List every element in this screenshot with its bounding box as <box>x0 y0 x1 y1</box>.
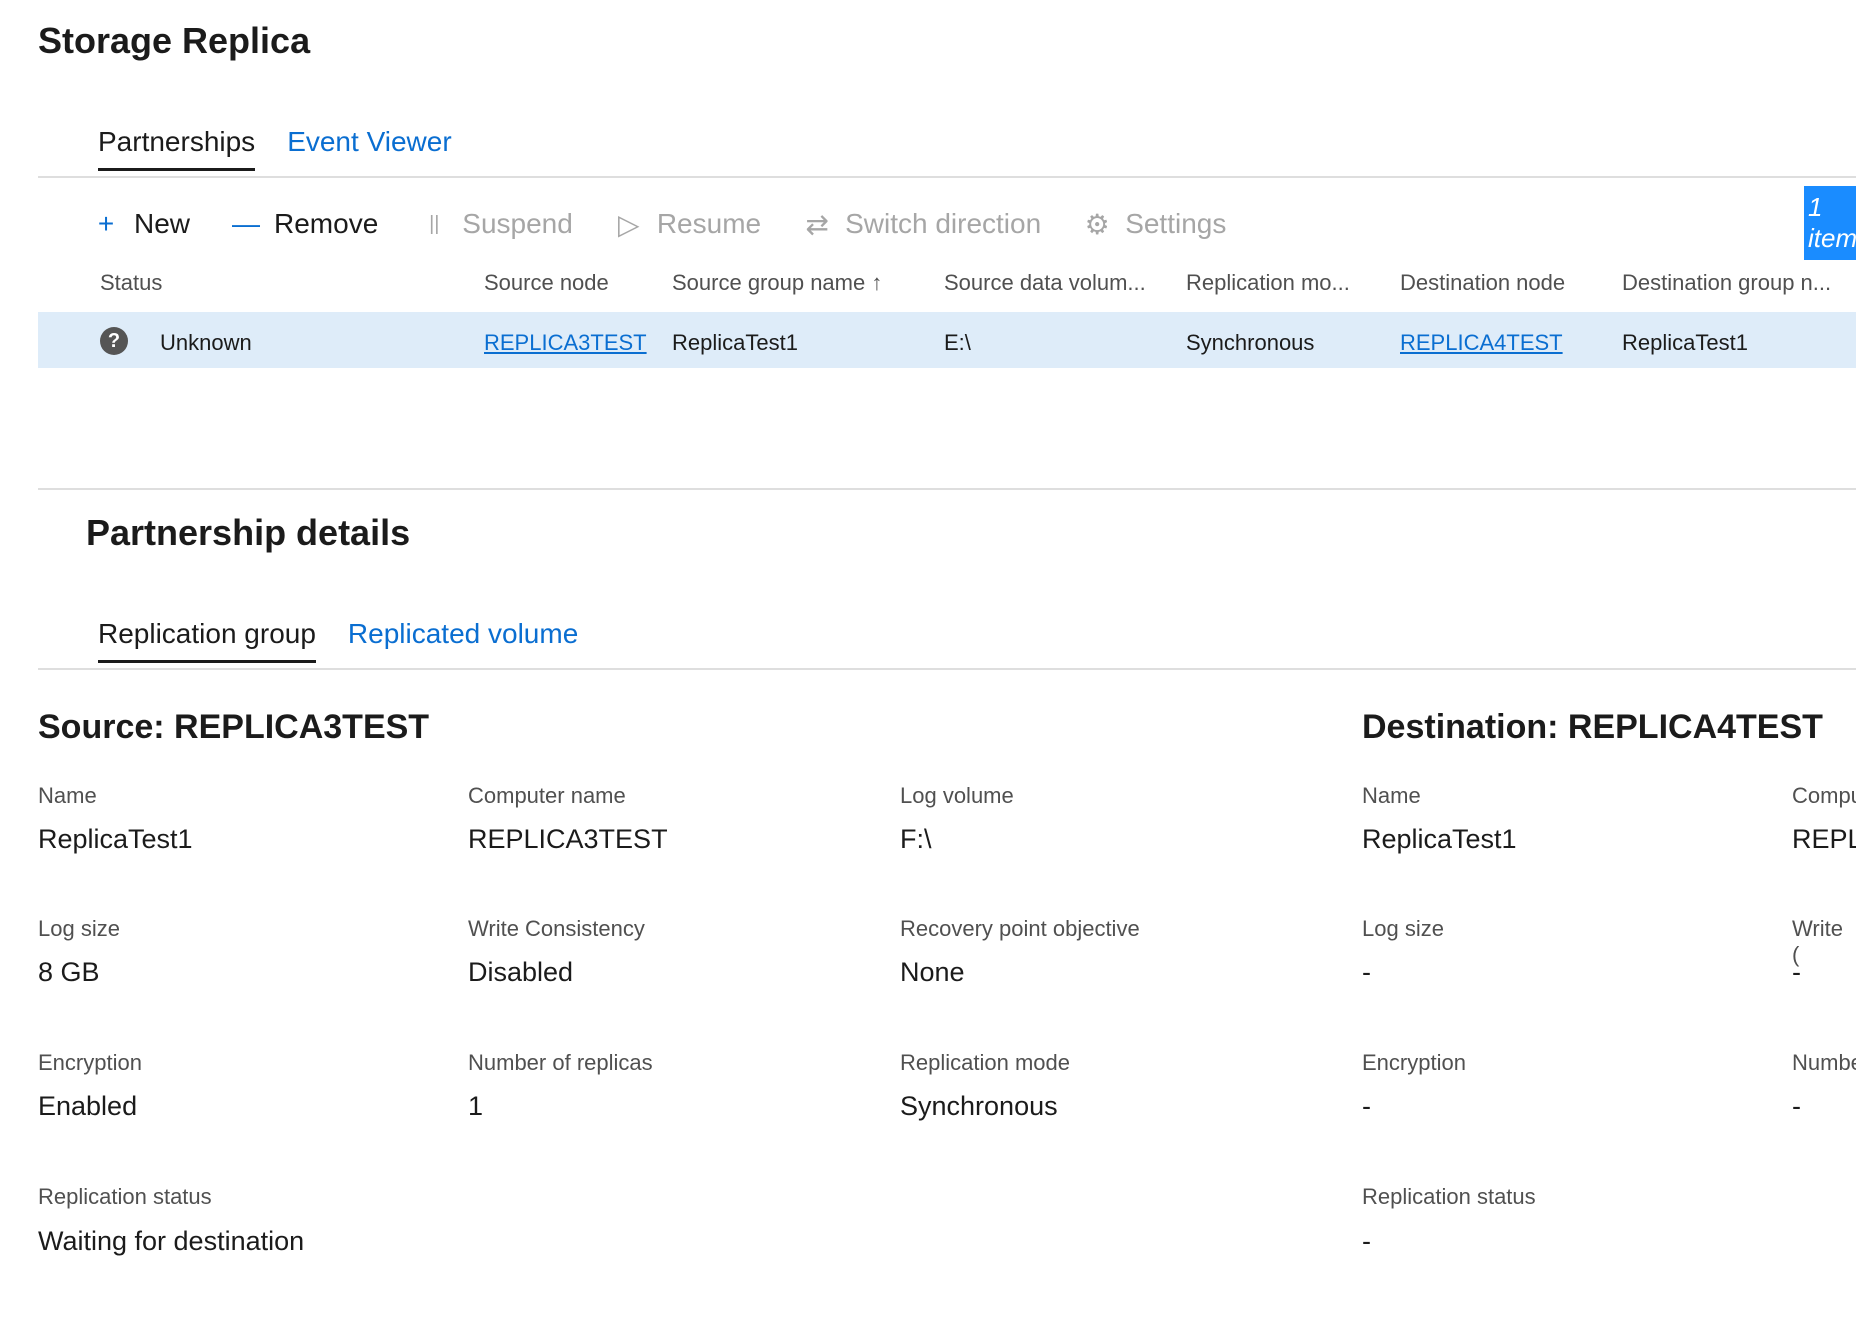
source-name-label: Name <box>38 783 97 808</box>
play-icon: ▷ <box>618 208 640 240</box>
top-tabs: Partnerships Event Viewer <box>98 126 452 171</box>
source-encryption-value: Enabled <box>38 1091 138 1121</box>
section-divider <box>38 488 1856 490</box>
destination-logsize-label: Log size <box>1362 916 1444 941</box>
items-count-badge: 1 items <box>1804 186 1856 260</box>
new-button[interactable]: + New <box>90 208 190 240</box>
destination-heading: Destination: REPLICA4TEST <box>1362 708 1823 746</box>
destination-status-label: Replication status <box>1362 1184 1536 1209</box>
source-replicas-label: Number of replicas <box>468 1050 653 1075</box>
suspend-label: Suspend <box>462 208 573 239</box>
col-header-source-group[interactable]: Source group name ↑ <box>672 270 882 310</box>
source-logvol-value: F:\ <box>900 824 932 854</box>
col-header-replication-mode[interactable]: Replication mo... <box>1186 270 1350 310</box>
source-computer-label: Computer name <box>468 783 626 808</box>
tab-partnerships[interactable]: Partnerships <box>98 126 256 171</box>
switch-direction-label: Switch direction <box>845 208 1042 239</box>
row-destination-node-link[interactable]: REPLICA4TEST <box>1400 330 1563 356</box>
col-header-source-node[interactable]: Source node <box>484 270 609 310</box>
details-tabs: Replication group Replicated volume <box>98 618 578 663</box>
suspend-button[interactable]: || Suspend <box>418 208 573 240</box>
remove-label: Remove <box>274 208 379 239</box>
destination-status-value: - <box>1362 1226 1371 1256</box>
new-label: New <box>134 208 191 239</box>
col-header-destination-node[interactable]: Destination node <box>1400 270 1565 310</box>
destination-replicas-label: Numbe <box>1792 1050 1856 1075</box>
source-writecons-label: Write Consistency <box>468 916 645 941</box>
destination-encryption-value: - <box>1362 1091 1371 1121</box>
row-destination-group: ReplicaTest1 <box>1622 330 1748 355</box>
question-icon: ? <box>100 327 128 355</box>
tab-event-viewer[interactable]: Event Viewer <box>287 126 451 171</box>
source-mode-value: Synchronous <box>900 1091 1058 1121</box>
source-status-value: Waiting for destination <box>38 1226 305 1256</box>
destination-encryption-label: Encryption <box>1362 1050 1466 1075</box>
destination-name-label: Name <box>1362 783 1421 808</box>
page-title: Storage Replica <box>38 20 311 61</box>
destination-logsize-value: - <box>1362 957 1371 987</box>
settings-label: Settings <box>1125 208 1227 239</box>
source-status-label: Replication status <box>38 1184 212 1209</box>
col-header-destination-group[interactable]: Destination group n... <box>1622 270 1831 310</box>
col-header-status[interactable]: Status <box>100 270 162 310</box>
destination-writecons-value: - <box>1792 957 1801 987</box>
source-heading: Source: REPLICA3TEST <box>38 708 430 746</box>
col-header-source-group-label: Source group name <box>672 270 866 295</box>
destination-name-value: ReplicaTest1 <box>1362 824 1517 854</box>
pause-icon: || <box>429 212 440 235</box>
row-source-node-link[interactable]: REPLICA3TEST <box>484 330 647 356</box>
plus-icon: + <box>97 208 115 239</box>
col-header-source-volume[interactable]: Source data volum... <box>944 270 1146 310</box>
resume-label: Resume <box>656 208 762 239</box>
source-name-value: ReplicaTest1 <box>38 824 193 854</box>
resume-button[interactable]: ▷ Resume <box>613 208 761 241</box>
row-status: Unknown <box>160 330 252 355</box>
source-rpo-label: Recovery point objective <box>900 916 1140 941</box>
switch-arrows-icon: ⇄ <box>805 208 829 240</box>
minus-icon: — <box>232 208 261 239</box>
settings-button[interactable]: ⚙ Settings <box>1081 208 1227 241</box>
details-title: Partnership details <box>86 512 411 553</box>
source-rpo-value: None <box>900 957 965 987</box>
tab-replication-group[interactable]: Replication group <box>98 618 316 663</box>
row-source-group: ReplicaTest1 <box>672 330 798 355</box>
destination-computer-label: Compu <box>1792 783 1856 808</box>
tabs-divider <box>38 176 1856 178</box>
gear-icon: ⚙ <box>1084 208 1110 240</box>
remove-button[interactable]: — Remove <box>230 208 378 240</box>
source-logsize-label: Log size <box>38 916 120 941</box>
source-encryption-label: Encryption <box>38 1050 142 1075</box>
toolbar: + New — Remove || Suspend ▷ Resume ⇄ Swi… <box>90 204 1266 244</box>
switch-direction-button[interactable]: ⇄ Switch direction <box>801 208 1041 241</box>
row-replication-mode: Synchronous <box>1186 330 1315 355</box>
row-source-volume: E:\ <box>944 330 971 355</box>
source-mode-label: Replication mode <box>900 1050 1070 1075</box>
source-computer-value: REPLICA3TEST <box>468 824 668 854</box>
sort-up-icon: ↑ <box>871 270 883 295</box>
tab-replicated-volume[interactable]: Replicated volume <box>348 618 578 663</box>
source-logvol-label: Log volume <box>900 783 1014 808</box>
source-replicas-value: 1 <box>468 1091 484 1121</box>
destination-computer-value: REPLI <box>1792 824 1856 854</box>
source-logsize-value: 8 GB <box>38 957 100 987</box>
source-writecons-value: Disabled <box>468 957 574 987</box>
details-tabs-divider <box>38 668 1856 670</box>
destination-writecons-label: Write ( <box>1792 916 1843 967</box>
destination-replicas-value: - <box>1792 1091 1801 1121</box>
